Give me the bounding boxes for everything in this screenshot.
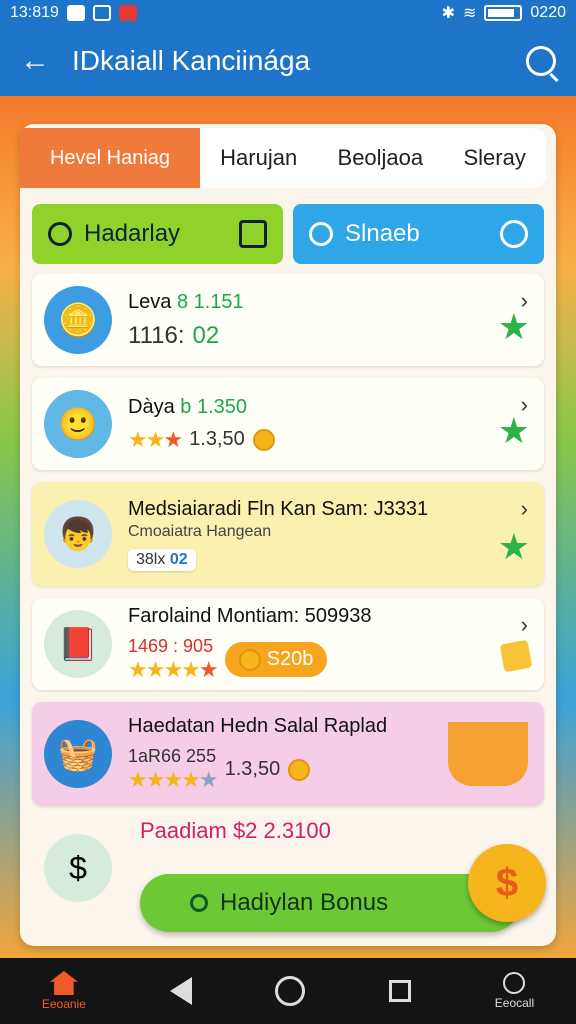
- rating-stars: ★★★: [128, 426, 183, 452]
- dollar-fab-button[interactable]: $: [468, 844, 546, 922]
- back-icon: [169, 977, 192, 1005]
- recents-icon: [389, 980, 412, 1002]
- item-title: Dàya: [128, 395, 175, 418]
- edit-icon: [239, 220, 267, 248]
- page-title: IDkaiall Kanciinága: [72, 45, 311, 76]
- leaf-icon: [48, 222, 72, 246]
- coin-icon: [238, 648, 261, 671]
- item-amount: 1.3,50: [224, 758, 281, 780]
- star-icon[interactable]: ★: [498, 306, 530, 348]
- promo-text: Paadiam $2 2.3100: [140, 818, 331, 843]
- profile-icon: [503, 972, 526, 994]
- tab-bar: Hevel Haniag Harujan Beoljaoa Sleray: [20, 128, 556, 188]
- chevron-right-icon[interactable]: ›: [521, 496, 528, 522]
- home-circle-icon: [275, 976, 306, 1006]
- item-price: 1aR66 255: [128, 746, 217, 766]
- app-bar: ← IDkaiall Kanciinága: [0, 26, 576, 96]
- nav-home[interactable]: Eeoanie: [42, 971, 86, 1011]
- item-title: Leva: [128, 290, 172, 313]
- rating-stars: ★★★★★: [128, 657, 219, 682]
- rating-stars: ★★★★★: [128, 767, 219, 792]
- coin-icon: [252, 428, 275, 451]
- search-small-icon: [309, 222, 333, 246]
- shuffle-icon: [500, 220, 528, 248]
- content-card: Hevel Haniag Harujan Beoljaoa Sleray Had…: [20, 124, 556, 946]
- filter-row: Hadarlay Slnaeb: [32, 204, 544, 264]
- item-title-number: b 1.350: [180, 395, 247, 418]
- bottom-nav: Eeoanie Eeocall: [0, 958, 576, 1024]
- price-pill[interactable]: S20b: [224, 642, 328, 677]
- item-value: 1116:: [128, 321, 185, 349]
- filter-green-button[interactable]: Hadarlay: [32, 204, 283, 264]
- list-item[interactable]: 🧺 Haedatan Hedn Salal Raplad 1aR66 255 ★…: [32, 702, 544, 806]
- bonus-button[interactable]: Hadiylan Bonus: [140, 874, 520, 932]
- home-icon: [49, 971, 78, 995]
- app-notification-icon: [118, 5, 137, 21]
- note-icon[interactable]: [499, 639, 533, 673]
- nav-home-button[interactable]: [275, 976, 306, 1006]
- chevron-right-icon[interactable]: ›: [521, 612, 528, 638]
- tab-group: Harujan Beoljaoa Sleray: [200, 128, 546, 188]
- item-subtitle: Cmoaiatra Hangean: [128, 522, 272, 540]
- filter-blue-label: Slnaeb: [345, 220, 420, 247]
- search-icon[interactable]: [526, 46, 556, 76]
- nav-profile-label: Eeocall: [494, 996, 535, 1010]
- kite-icon: $: [44, 834, 112, 902]
- list-item[interactable]: 📕 Farolaind Montiam: 509938 1469 : 905 ★…: [32, 598, 544, 690]
- cup-icon: [448, 722, 528, 786]
- nav-back[interactable]: [169, 977, 192, 1005]
- status-bar: 13:819 ✱ ≋ 0220: [0, 0, 576, 26]
- item-value-number: 02: [192, 321, 220, 349]
- status-time: 13:819: [10, 4, 59, 21]
- avatar: 🙂: [44, 390, 112, 458]
- back-arrow-icon[interactable]: ←: [20, 44, 60, 78]
- list-item[interactable]: 🪙 Leva 8 1.151 1116: 02 › ★: [32, 274, 544, 366]
- nav-profile[interactable]: Eeocall: [495, 972, 534, 1010]
- app-icon: [92, 5, 111, 21]
- coin-icon: [288, 758, 311, 781]
- nav-recents[interactable]: [389, 980, 412, 1002]
- star-icon[interactable]: ★: [498, 526, 530, 568]
- list-item[interactable]: 👦 Medsiaiaradi Fln Kan Sam: J3331 Cmoaia…: [32, 482, 544, 586]
- list-item[interactable]: 🙂 Dàya b 1.350 ★★★ 1.3,50 › ★: [32, 378, 544, 470]
- battery-icon: [484, 5, 523, 21]
- tab-3[interactable]: Sleray: [463, 145, 525, 171]
- wifi-icon: ≋: [463, 5, 477, 22]
- nav-home-label: Eeoanie: [41, 997, 86, 1011]
- item-price: 1469 : 905: [128, 636, 214, 656]
- tab-1[interactable]: Harujan: [220, 145, 297, 171]
- coin-card-icon: 🪙: [44, 286, 112, 354]
- tab-2[interactable]: Beoljaoa: [338, 145, 424, 171]
- status-clock: 0220: [530, 4, 566, 21]
- item-list: 🪙 Leva 8 1.151 1116: 02 › ★ 🙂 Dàya b 1.35…: [32, 274, 544, 918]
- location-icon: [190, 894, 208, 912]
- item-title: Farolaind Montiam: 509938: [128, 605, 372, 627]
- book-icon: 📕: [44, 610, 112, 678]
- tab-active[interactable]: Hevel Haniag: [20, 128, 200, 188]
- item-title-number: 8 1.151: [176, 290, 244, 313]
- filter-blue-button[interactable]: Slnaeb: [293, 204, 544, 264]
- bonus-label: Hadiylan Bonus: [220, 889, 389, 916]
- notification-icon: [66, 5, 85, 21]
- bluetooth-icon: ✱: [441, 5, 455, 22]
- basket-icon: 🧺: [44, 720, 112, 788]
- filter-green-label: Hadarlay: [84, 220, 181, 247]
- count-badge: 38lx 02: [128, 548, 196, 571]
- avatar: 👦: [44, 500, 112, 568]
- item-amount: 1.3,50: [189, 428, 245, 450]
- star-icon[interactable]: ★: [498, 410, 530, 452]
- item-title: Medsiaiaradi Fln Kan Sam: J3331: [128, 497, 429, 520]
